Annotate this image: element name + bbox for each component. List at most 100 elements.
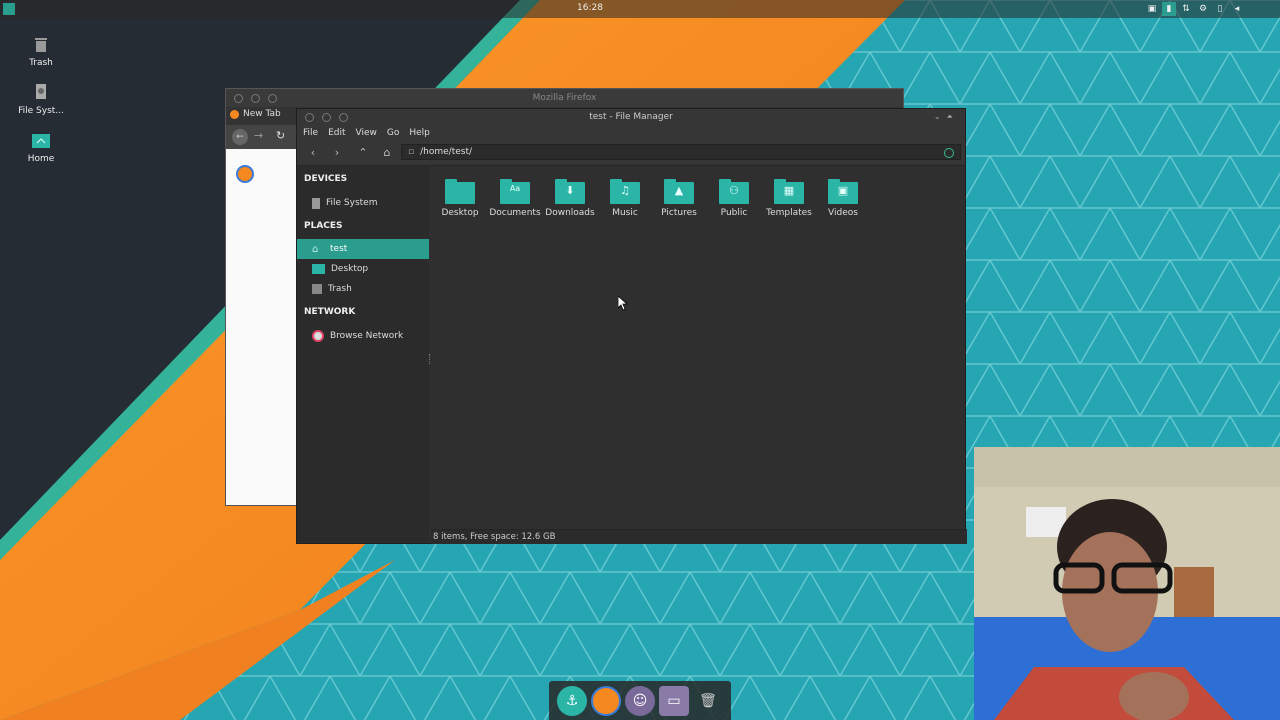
mouse-cursor-icon [617,295,629,314]
sidebar-item-label: Trash [328,284,352,294]
file-manager-icon[interactable]: ▭ [659,685,689,716]
sidebar: DEVICES File System PLACES ⌂ test Deskto… [297,166,429,542]
sidebar-item-file-system[interactable]: File System [297,193,429,213]
volume-icon[interactable]: ◂ [1230,2,1244,16]
window-controls [305,113,348,122]
minimize-icon[interactable] [322,113,331,122]
back-icon[interactable]: ← [232,129,248,145]
drive-icon [31,82,51,102]
desktop-icon-home[interactable]: Home [14,130,68,164]
trash-icon[interactable]: 🗑 [693,686,723,716]
folder-templates[interactable]: ▦ Templates [762,178,816,218]
folder-label: Music [612,208,638,218]
back-icon[interactable]: ‹ [305,144,321,160]
folder-label: Desktop [441,208,479,218]
clock[interactable]: 16:28 [0,3,1180,13]
forward-icon[interactable]: → [254,129,263,142]
folder-label: Documents [489,208,541,218]
home-icon: ⌂ [312,244,319,255]
home-icon[interactable]: ⌂ [379,144,395,160]
firefox-icon[interactable] [591,685,621,716]
folder-label: Downloads [545,208,595,218]
window-controls [234,94,277,103]
folder-label: Videos [828,208,858,218]
sidebar-item-browse-network[interactable]: Browse Network [297,326,429,346]
sidebar-section-places: PLACES [304,221,343,231]
battery-icon[interactable]: ▯ [1213,2,1227,16]
desktop-icon-label: Home [27,154,55,164]
webcam-overlay [974,447,1280,720]
firefox-tab[interactable]: New Tab [230,109,281,119]
sidebar-item-test[interactable]: ⌂ test [297,239,429,259]
menu-help[interactable]: Help [409,128,430,138]
file-manager-titlebar[interactable]: test - File Manager ⌄⏶ [297,109,965,125]
close-icon[interactable] [234,94,243,103]
folder-pictures[interactable]: ▲ Pictures [652,178,706,218]
folder-videos[interactable]: ▣ Videos [816,178,870,218]
settings-gear-icon[interactable]: ⚙ [1196,2,1210,16]
folder-label: Public [720,208,748,218]
menu-view[interactable]: View [356,128,377,138]
sidebar-item-label: Desktop [331,264,369,274]
templates-folder-icon: ▦ [774,178,804,204]
system-tray: ▣ ▮ ⇅ ⚙ ▯ ◂ [1145,2,1244,16]
firefox-logo [236,165,254,183]
sidebar-section-devices: DEVICES [304,174,348,184]
maximize-icon[interactable] [339,113,348,122]
reload-icon[interactable]: ↻ [276,129,285,142]
file-manager-window: test - File Manager ⌄⏶ File Edit View Go… [296,108,967,544]
sidebar-item-label: test [330,244,348,254]
parent-folder-icon[interactable]: ⌃ [355,144,371,160]
tab-label: New Tab [243,109,281,119]
minimize-icon[interactable] [251,94,260,103]
sidebar-item-trash[interactable]: Trash [297,279,429,299]
anchor-icon[interactable]: ⚓ [557,685,587,716]
firefox-icon [230,109,239,119]
sidebar-item-desktop[interactable]: Desktop [297,259,429,279]
network-icon [312,330,324,342]
desktop-folder-icon [445,178,475,204]
folder-downloads[interactable]: ⬇ Downloads [543,178,597,218]
close-icon[interactable] [305,113,314,122]
folder-label: Templates [766,208,812,218]
display-icon[interactable]: ▮ [1162,2,1176,16]
desktop-icon [312,264,325,274]
folder-desktop[interactable]: Desktop [433,178,487,218]
network-arrows-icon[interactable]: ⇅ [1179,2,1193,16]
pidgin-icon[interactable]: ☺ [625,685,655,716]
menu-file[interactable]: File [303,128,318,138]
status-bar: 8 items, Free space: 12.6 GB [431,529,967,544]
folder-label: Pictures [661,208,697,218]
home-folder-icon [31,130,51,150]
location-text[interactable]: /home/test/ [420,147,472,157]
menu-go[interactable]: Go [387,128,399,138]
file-manager-title: test - File Manager [589,112,673,122]
desktop-icon-label: Trash [29,58,53,68]
forward-icon[interactable]: › [329,144,345,160]
folder-icon: ▫ [408,147,415,157]
folder-music[interactable]: ♫ Music [598,178,652,218]
top-panel: 16:28 ▣ ▮ ⇅ ⚙ ▯ ◂ [0,0,1280,18]
folder-public[interactable]: ⚇ Public [707,178,761,218]
window-menu-icons[interactable]: ⌄⏶ [934,109,959,125]
firefox-titlebar[interactable]: Mozilla Firefox [226,89,903,107]
desktop-icon-trash[interactable]: Trash [14,34,68,68]
videos-folder-icon: ▣ [828,178,858,204]
desktop-icon-label: File Syst... [18,106,64,116]
maximize-icon[interactable] [268,94,277,103]
menu-edit[interactable]: Edit [328,128,345,138]
file-view: Desktop Aa Documents ⬇ Downloads ♫ Music… [431,166,965,529]
music-folder-icon: ♫ [610,178,640,204]
folder-documents[interactable]: Aa Documents [488,178,542,218]
documents-folder-icon: Aa [500,178,530,204]
go-icon[interactable] [944,148,954,158]
firefox-title: Mozilla Firefox [532,93,597,103]
trash-icon [31,34,51,54]
menu-bar: File Edit View Go Help [297,125,965,140]
toolbar: ‹ › ⌃ ⌂ ▫ /home/test/ [297,140,965,166]
dock: ⚓ ☺ ▭ 🗑 [549,681,731,720]
location-bar[interactable]: ▫ /home/test/ [401,144,961,160]
desktop-icon-file-system[interactable]: File Syst... [14,82,68,116]
monitor-icon[interactable]: ▣ [1145,2,1159,16]
pictures-folder-icon: ▲ [664,178,694,204]
